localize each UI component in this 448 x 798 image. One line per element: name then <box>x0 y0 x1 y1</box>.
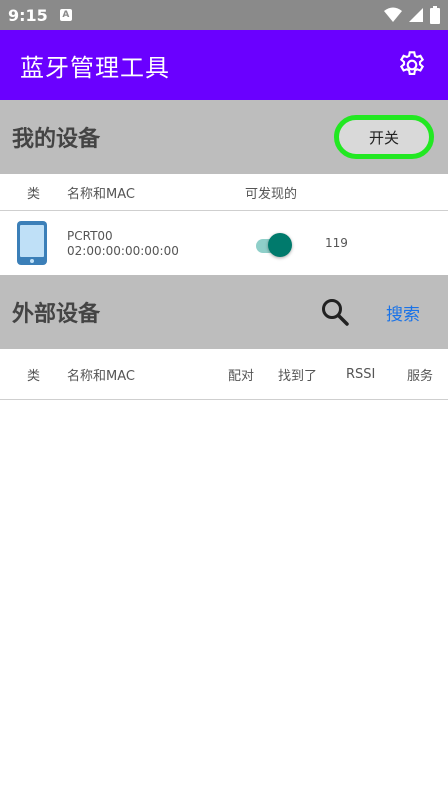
column-rssi: RSSI <box>346 366 376 382</box>
search-button[interactable]: 搜索 <box>386 300 420 325</box>
column-name-mac: 名称和MAC <box>67 368 135 384</box>
column-found: 找到了 <box>278 368 318 384</box>
device-value: 119 <box>325 236 348 250</box>
my-devices-column-header: 类 名称和MAC 可发现的 <box>0 174 448 211</box>
device-mac: 02:00:00:00:00:00 <box>67 244 179 258</box>
app-title: 蓝牙管理工具 <box>20 53 170 82</box>
column-pair: 配对 <box>228 368 255 384</box>
notification-icon: A <box>59 9 72 21</box>
discoverable-switch[interactable] <box>256 233 292 257</box>
status-bar: 9:15 A <box>0 0 448 30</box>
battery-icon <box>430 6 440 24</box>
gear-icon[interactable] <box>396 49 428 81</box>
column-service: 服务 <box>407 368 434 384</box>
external-devices-heading: 外部设备 <box>12 302 101 327</box>
app-bar: 蓝牙管理工具 <box>0 30 448 100</box>
wifi-icon <box>384 7 402 22</box>
status-time: 9:15 <box>8 5 48 25</box>
device-name: PCRT00 <box>67 229 113 243</box>
my-devices-heading: 我的设备 <box>12 127 101 152</box>
column-name-mac: 名称和MAC <box>67 186 135 202</box>
status-icons <box>384 6 440 24</box>
my-devices-section: 我的设备 开关 <box>0 100 448 174</box>
external-devices-list <box>0 400 448 798</box>
bluetooth-toggle-button[interactable]: 开关 <box>334 115 434 159</box>
external-devices-section: 外部设备 搜索 <box>0 275 448 349</box>
search-icon[interactable] <box>320 297 350 327</box>
my-device-row: PCRT00 02:00:00:00:00:00 119 <box>0 211 448 275</box>
cell-signal-icon <box>409 8 423 22</box>
column-type: 类 <box>27 368 41 384</box>
phone-icon <box>17 221 47 265</box>
switch-thumb <box>268 233 292 257</box>
column-type: 类 <box>27 186 41 202</box>
external-devices-column-header: 类 名称和MAC 配对 找到了 RSSI 服务 <box>0 349 448 400</box>
column-discoverable: 可发现的 <box>245 186 298 202</box>
